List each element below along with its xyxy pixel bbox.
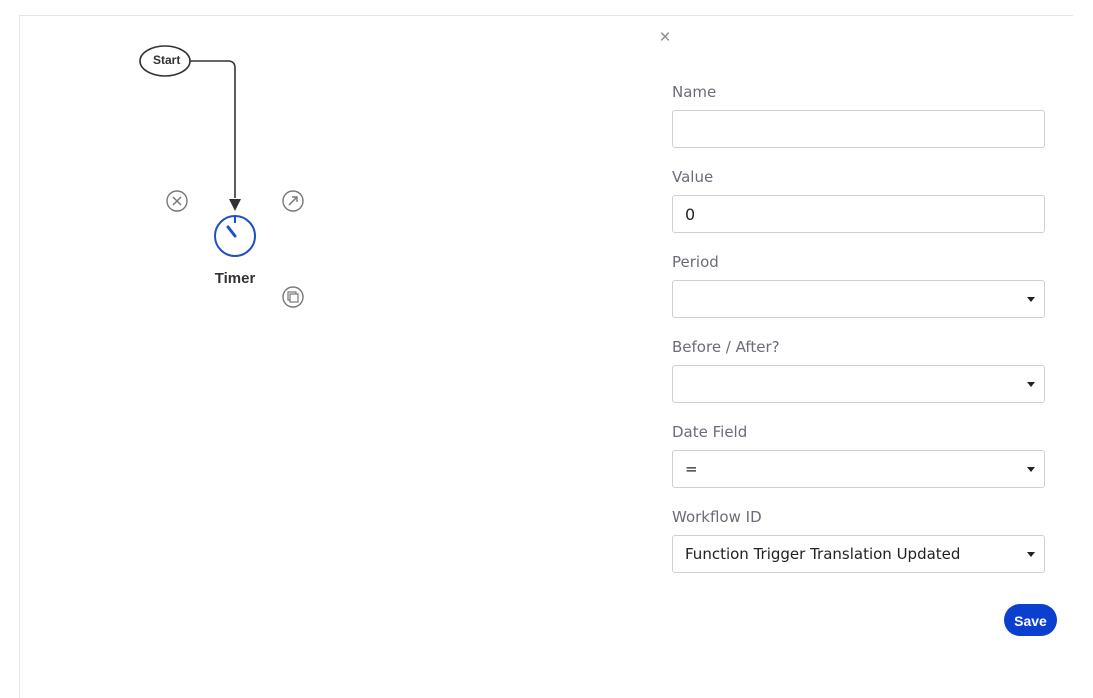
workflow-diagram bbox=[139, 45, 304, 308]
open-node-button[interactable] bbox=[282, 190, 304, 212]
value-field[interactable] bbox=[672, 195, 1045, 233]
date-field-selected: = bbox=[685, 460, 698, 478]
workflow-canvas[interactable]: Start Timer bbox=[19, 16, 644, 698]
delete-node-button[interactable] bbox=[166, 190, 188, 212]
start-node-label: Start bbox=[153, 53, 181, 67]
timer-node[interactable] bbox=[214, 215, 256, 257]
name-input[interactable] bbox=[673, 111, 1037, 147]
period-select[interactable] bbox=[672, 280, 1045, 318]
node-settings-panel: × Name Value Period Before / After? Date… bbox=[643, 16, 1073, 698]
name-label: Name bbox=[672, 83, 717, 101]
chevron-down-icon bbox=[1027, 552, 1035, 557]
name-field[interactable] bbox=[672, 110, 1045, 148]
value-input[interactable] bbox=[673, 196, 1037, 232]
chevron-down-icon bbox=[1027, 467, 1035, 472]
period-label: Period bbox=[672, 253, 719, 271]
close-icon[interactable]: × bbox=[657, 28, 673, 48]
chevron-down-icon bbox=[1027, 297, 1035, 302]
before-after-label: Before / After? bbox=[672, 338, 780, 356]
workflow-id-selected: Function Trigger Translation Updated bbox=[685, 545, 961, 563]
workflow-id-select[interactable]: Function Trigger Translation Updated bbox=[672, 535, 1045, 573]
before-after-select[interactable] bbox=[672, 365, 1045, 403]
date-field-label: Date Field bbox=[672, 423, 748, 441]
chevron-down-icon bbox=[1027, 382, 1035, 387]
date-field-select[interactable]: = bbox=[672, 450, 1045, 488]
connector-arrowhead bbox=[229, 199, 241, 211]
duplicate-node-button[interactable] bbox=[282, 286, 304, 308]
timer-node-label: Timer bbox=[214, 270, 256, 287]
save-button[interactable]: Save bbox=[1004, 604, 1057, 636]
workflow-id-label: Workflow ID bbox=[672, 508, 762, 526]
connector-start-timer bbox=[190, 60, 236, 198]
value-label: Value bbox=[672, 168, 714, 186]
